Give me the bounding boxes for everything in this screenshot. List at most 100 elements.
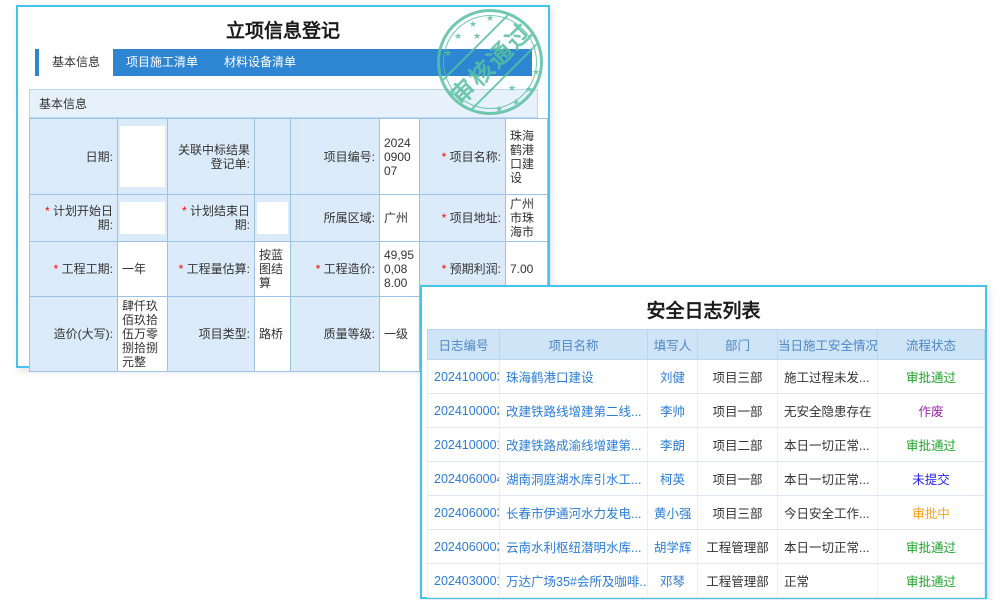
column-header-2: 填写人 bbox=[648, 330, 698, 360]
dept-cell: 项目一部 bbox=[698, 462, 778, 496]
form-label: 所属区域: bbox=[291, 195, 380, 242]
plan-end-date-input[interactable] bbox=[257, 202, 288, 234]
plan-start-date-input[interactable] bbox=[120, 202, 165, 234]
table-row: 2024030001万达广场35#会所及咖啡...邓琴工程管理部正常审批通过 bbox=[428, 564, 985, 598]
required-marker: * bbox=[45, 204, 53, 218]
required-marker: * bbox=[179, 262, 187, 276]
cost-words-value: 肆仟玖佰玖拾伍万零捌拾捌元整 bbox=[118, 297, 168, 372]
form-cell bbox=[255, 119, 291, 195]
form-section-title: 基本信息 bbox=[29, 89, 538, 118]
safety-note-cell: 本日一切正常... bbox=[778, 530, 878, 564]
project-name-link[interactable]: 改建铁路线增建第二线... bbox=[500, 394, 648, 428]
column-header-5: 流程状态 bbox=[878, 330, 985, 360]
table-row: 2024060004湖南洞庭湖水库引水工...柯英项目一部本日一切正常...未提… bbox=[428, 462, 985, 496]
log-id-link[interactable]: 2024100002 bbox=[428, 394, 500, 428]
project-name-link[interactable]: 湖南洞庭湖水库引水工... bbox=[500, 462, 648, 496]
status-badge: 审批通过 bbox=[878, 530, 985, 564]
date-input bbox=[118, 119, 168, 195]
safety-note-cell: 本日一切正常... bbox=[778, 462, 878, 496]
project-name-value: 珠海鹤港口建设 bbox=[506, 119, 548, 195]
form-label: * 工程工期: bbox=[30, 242, 118, 297]
form-label: * 计划结束日期: bbox=[168, 195, 255, 242]
column-header-1: 项目名称 bbox=[500, 330, 648, 360]
dept-cell: 项目三部 bbox=[698, 360, 778, 394]
log-id-link[interactable]: 2024030001 bbox=[428, 564, 500, 598]
required-marker: * bbox=[316, 262, 324, 276]
table-row: 2024100003珠海鹤港口建设刘健项目三部施工过程未发...审批通过 bbox=[428, 360, 985, 394]
column-header-3: 部门 bbox=[698, 330, 778, 360]
status-badge: 未提交 bbox=[878, 462, 985, 496]
required-marker: * bbox=[442, 262, 450, 276]
project-name-link[interactable]: 长春市伊通河水力发电... bbox=[500, 496, 648, 530]
plan-end-date-input bbox=[255, 195, 291, 242]
tab-bar: 基本信息项目施工清单材料设备清单 bbox=[35, 49, 532, 76]
column-header-0: 日志编号 bbox=[428, 330, 500, 360]
log-id-link[interactable]: 2024060003 bbox=[428, 496, 500, 530]
safety-note-cell: 施工过程未发... bbox=[778, 360, 878, 394]
region-value: 广州 bbox=[380, 195, 420, 242]
log-id-link[interactable]: 2024100003 bbox=[428, 360, 500, 394]
project-name-link[interactable]: 万达广场35#会所及咖啡... bbox=[500, 564, 648, 598]
cost-value: 49,950,088.00 bbox=[380, 242, 420, 297]
project-code-value: 2024090007 bbox=[380, 119, 420, 195]
project-name-link[interactable]: 改建铁路成渝线增建第... bbox=[500, 428, 648, 462]
form-label: * 计划开始日期: bbox=[30, 195, 118, 242]
tab-0[interactable]: 基本信息 bbox=[39, 49, 113, 76]
filler-link[interactable]: 李朗 bbox=[648, 428, 698, 462]
log-id-link[interactable]: 2024060002 bbox=[428, 530, 500, 564]
form-label: * 工程造价: bbox=[291, 242, 380, 297]
dept-cell: 工程管理部 bbox=[698, 564, 778, 598]
safety-log-table: 日志编号项目名称填写人部门当日施工安全情况流程状态 2024100003珠海鹤港… bbox=[427, 329, 985, 598]
estimate-value: 按蓝图结算 bbox=[255, 242, 291, 297]
form-label: * 工程量估算: bbox=[168, 242, 255, 297]
form-label: 项目类型: bbox=[168, 297, 255, 372]
filler-link[interactable]: 胡学辉 bbox=[648, 530, 698, 564]
form-row: 日期:关联中标结果登记单:项目编号:2024090007* 项目名称:珠海鹤港口… bbox=[30, 119, 548, 195]
required-marker: * bbox=[442, 150, 450, 164]
project-panel-title: 立项信息登记 bbox=[18, 7, 548, 47]
safety-log-panel: 安全日志列表 日志编号项目名称填写人部门当日施工安全情况流程状态 2024100… bbox=[420, 285, 987, 599]
log-id-link[interactable]: 2024100001 bbox=[428, 428, 500, 462]
safety-note-cell: 无安全隐患存在 bbox=[778, 394, 878, 428]
plan-start-date-input bbox=[118, 195, 168, 242]
filler-link[interactable]: 李帅 bbox=[648, 394, 698, 428]
form-row: * 计划开始日期: * 计划结束日期: 所属区域:广州* 项目地址:广州市珠海市 bbox=[30, 195, 548, 242]
status-badge: 审批通过 bbox=[878, 564, 985, 598]
form-label: 项目编号: bbox=[291, 119, 380, 195]
form-label: * 项目地址: bbox=[420, 195, 506, 242]
dept-cell: 项目二部 bbox=[698, 428, 778, 462]
filler-link[interactable]: 邓琴 bbox=[648, 564, 698, 598]
required-marker: * bbox=[442, 211, 450, 225]
tab-2[interactable]: 材料设备清单 bbox=[211, 49, 309, 76]
tab-1[interactable]: 项目施工清单 bbox=[113, 49, 211, 76]
form-label: 关联中标结果登记单: bbox=[168, 119, 255, 195]
status-badge: 作废 bbox=[878, 394, 985, 428]
status-badge: 审批通过 bbox=[878, 428, 985, 462]
filler-link[interactable]: 黄小强 bbox=[648, 496, 698, 530]
dept-cell: 项目三部 bbox=[698, 496, 778, 530]
form-label: 质量等级: bbox=[291, 297, 380, 372]
table-row: 2024100001改建铁路成渝线增建第...李朗项目二部本日一切正常...审批… bbox=[428, 428, 985, 462]
project-type-value: 路桥 bbox=[255, 297, 291, 372]
filler-link[interactable]: 柯英 bbox=[648, 462, 698, 496]
safety-note-cell: 正常 bbox=[778, 564, 878, 598]
table-row: 2024100002改建铁路线增建第二线...李帅项目一部无安全隐患存在作废 bbox=[428, 394, 985, 428]
dept-cell: 工程管理部 bbox=[698, 530, 778, 564]
column-header-4: 当日施工安全情况 bbox=[778, 330, 878, 360]
form-label: 造价(大写): bbox=[30, 297, 118, 372]
required-marker: * bbox=[54, 262, 62, 276]
safety-header-row: 日志编号项目名称填写人部门当日施工安全情况流程状态 bbox=[428, 330, 985, 360]
log-id-link[interactable]: 2024060004 bbox=[428, 462, 500, 496]
safety-panel-title: 安全日志列表 bbox=[422, 287, 985, 329]
table-row: 2024060003长春市伊通河水力发电...黄小强项目三部今日安全工作...审… bbox=[428, 496, 985, 530]
date-input[interactable] bbox=[120, 126, 165, 187]
project-name-link[interactable]: 云南水利枢纽潜明水库... bbox=[500, 530, 648, 564]
status-badge: 审批通过 bbox=[878, 360, 985, 394]
safety-note-cell: 本日一切正常... bbox=[778, 428, 878, 462]
project-address-value: 广州市珠海市 bbox=[506, 195, 548, 242]
form-label: 日期: bbox=[30, 119, 118, 195]
project-name-link[interactable]: 珠海鹤港口建设 bbox=[500, 360, 648, 394]
filler-link[interactable]: 刘健 bbox=[648, 360, 698, 394]
status-badge: 审批中 bbox=[878, 496, 985, 530]
quality-grade-value: 一级 bbox=[380, 297, 420, 372]
